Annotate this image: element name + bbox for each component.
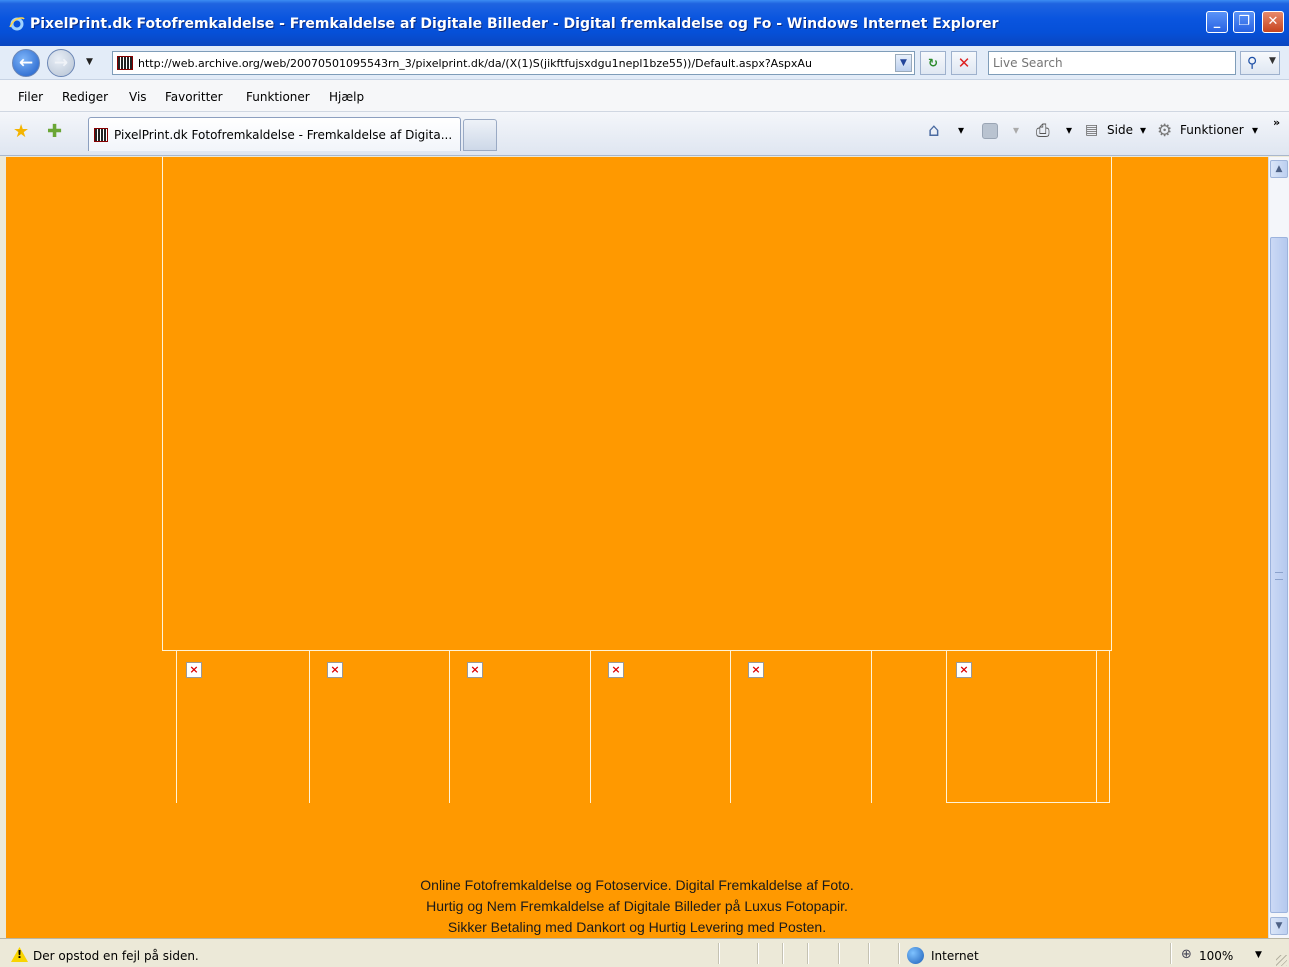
print-icon[interactable]: ⎙ <box>1036 121 1050 141</box>
broken-image-icon: × <box>327 662 343 678</box>
status-divider <box>807 943 809 964</box>
add-favorite-icon[interactable]: ✚ <box>47 121 62 142</box>
status-divider <box>757 943 759 964</box>
search-button[interactable]: ⚲ ▼ <box>1240 51 1280 75</box>
globe-icon <box>907 947 924 964</box>
minimize-button[interactable]: _ <box>1206 11 1228 33</box>
search-box[interactable] <box>988 51 1236 75</box>
scroll-down-button[interactable]: ▼ <box>1270 917 1288 935</box>
menu-favorites[interactable]: Favoritter <box>165 90 223 104</box>
url-text[interactable]: http://web.archive.org/web/2007050109554… <box>138 57 893 70</box>
home-icon[interactable]: ⌂ <box>928 120 939 141</box>
new-tab-button[interactable] <box>463 119 497 151</box>
footer-line: Online Fotofremkaldelse og Fotoservice. … <box>420 877 854 893</box>
forward-button[interactable]: → <box>47 49 75 77</box>
frame-edge <box>1096 650 1110 803</box>
menu-bar: Filer Rediger Vis Favoritter Funktioner … <box>0 80 1289 112</box>
address-toolbar: ← → ▼ http://web.archive.org/web/2007050… <box>0 46 1289 80</box>
title-bar: PixelPrint.dk Fotofremkaldelse - Fremkal… <box>0 0 1289 46</box>
back-icon: ← <box>18 53 34 73</box>
thumbnail-row: × × × × × × <box>162 650 1112 803</box>
thumbnail-cell[interactable]: × <box>730 651 871 803</box>
search-input[interactable] <box>993 53 1233 73</box>
menu-view[interactable]: Vis <box>129 90 147 104</box>
feed-dropdown[interactable]: ▾ <box>1013 123 1019 137</box>
status-divider <box>838 943 840 964</box>
footer-line: Sikker Betaling med Dankort og Hurtig Le… <box>447 919 827 935</box>
print-dropdown[interactable]: ▾ <box>1066 123 1072 137</box>
search-options-dropdown[interactable]: ▼ <box>1269 56 1276 66</box>
favicon <box>117 56 133 70</box>
status-divider <box>718 943 720 964</box>
tools-dropdown[interactable]: ▾ <box>1252 123 1258 137</box>
footer-text: Online Fotofremkaldelse og Fotoservice. … <box>6 875 1268 938</box>
favicon <box>94 128 108 142</box>
stop-button[interactable]: ✕ <box>951 51 977 75</box>
page-icon: ▤ <box>1085 122 1099 138</box>
scroll-up-button[interactable]: ▲ <box>1270 160 1288 178</box>
history-dropdown[interactable]: ▼ <box>86 57 93 67</box>
stop-icon: ✕ <box>957 54 971 72</box>
refresh-icon: ↻ <box>927 56 939 70</box>
status-divider <box>898 943 900 964</box>
scroll-grip <box>1275 572 1283 580</box>
broken-image-icon: × <box>748 662 764 678</box>
broken-image-icon: × <box>956 662 972 678</box>
broken-image-icon: × <box>186 662 202 678</box>
scroll-thumb[interactable] <box>1270 237 1288 913</box>
thumbnail-cell[interactable]: × <box>590 651 730 803</box>
thumbnail-cell[interactable]: × <box>309 651 449 803</box>
menu-file[interactable]: Filer <box>18 90 43 104</box>
thumbnail-cell[interactable]: × <box>176 651 309 803</box>
ie-icon <box>9 17 25 31</box>
thumbnail-cell[interactable]: × <box>449 651 590 803</box>
address-field[interactable]: http://web.archive.org/web/2007050109554… <box>112 51 915 75</box>
broken-image-icon: × <box>608 662 624 678</box>
close-button[interactable]: ✕ <box>1262 11 1284 33</box>
thumbnail-cell <box>871 651 946 803</box>
broken-image-icon: × <box>467 662 483 678</box>
tools-menu-button[interactable]: Funktioner <box>1180 123 1244 137</box>
status-divider <box>868 943 870 964</box>
refresh-button[interactable]: ↻ <box>920 51 946 75</box>
menu-edit[interactable]: Rediger <box>62 90 108 104</box>
tab-active[interactable]: PixelPrint.dk Fotofremkaldelse - Fremkal… <box>88 117 461 151</box>
zoom-dropdown[interactable]: ▼ <box>1255 950 1262 960</box>
page-dropdown[interactable]: ▾ <box>1140 123 1146 137</box>
window-title: PixelPrint.dk Fotofremkaldelse - Fremkal… <box>30 16 999 32</box>
footer-line: Hurtig og Nem Fremkaldelse af Digitale B… <box>426 898 848 914</box>
back-button[interactable]: ← <box>12 49 40 77</box>
zoom-level[interactable]: 100% <box>1199 949 1233 963</box>
vertical-scrollbar[interactable]: ▲ ▼ <box>1268 157 1289 938</box>
search-icon: ⚲ <box>1247 55 1258 71</box>
page-menu-button[interactable]: Side <box>1107 123 1133 137</box>
status-message[interactable]: Der opstod en fejl på siden. <box>33 949 199 963</box>
address-dropdown[interactable]: ▼ <box>895 54 912 72</box>
resize-grip[interactable] <box>1276 955 1287 966</box>
page-content: × × × × × × Online Fotofremkaldelse og F… <box>6 157 1268 938</box>
tab-label: PixelPrint.dk Fotofremkaldelse - Fremkal… <box>114 128 453 142</box>
home-dropdown[interactable]: ▾ <box>958 123 964 137</box>
status-divider <box>1170 943 1172 964</box>
forward-icon: → <box>53 53 69 73</box>
zoom-icon: ⊕ <box>1181 947 1192 962</box>
star-icon[interactable]: ★ <box>13 121 29 142</box>
gear-icon: ⚙ <box>1157 121 1173 141</box>
security-zone[interactable]: Internet <box>931 949 979 963</box>
main-frame <box>162 157 1112 651</box>
status-bar: ! Der opstod en fejl på siden. Internet … <box>0 938 1289 967</box>
feed-icon[interactable] <box>982 123 998 139</box>
warning-icon[interactable]: ! <box>11 947 28 962</box>
status-divider <box>782 943 784 964</box>
restore-button[interactable]: ❐ <box>1233 11 1255 33</box>
menu-help[interactable]: Hjælp <box>329 90 364 104</box>
menu-tools[interactable]: Funktioner <box>246 90 310 104</box>
thumbnail-cell[interactable]: × <box>946 651 1097 803</box>
chevron-more-icon[interactable]: » <box>1273 116 1280 129</box>
